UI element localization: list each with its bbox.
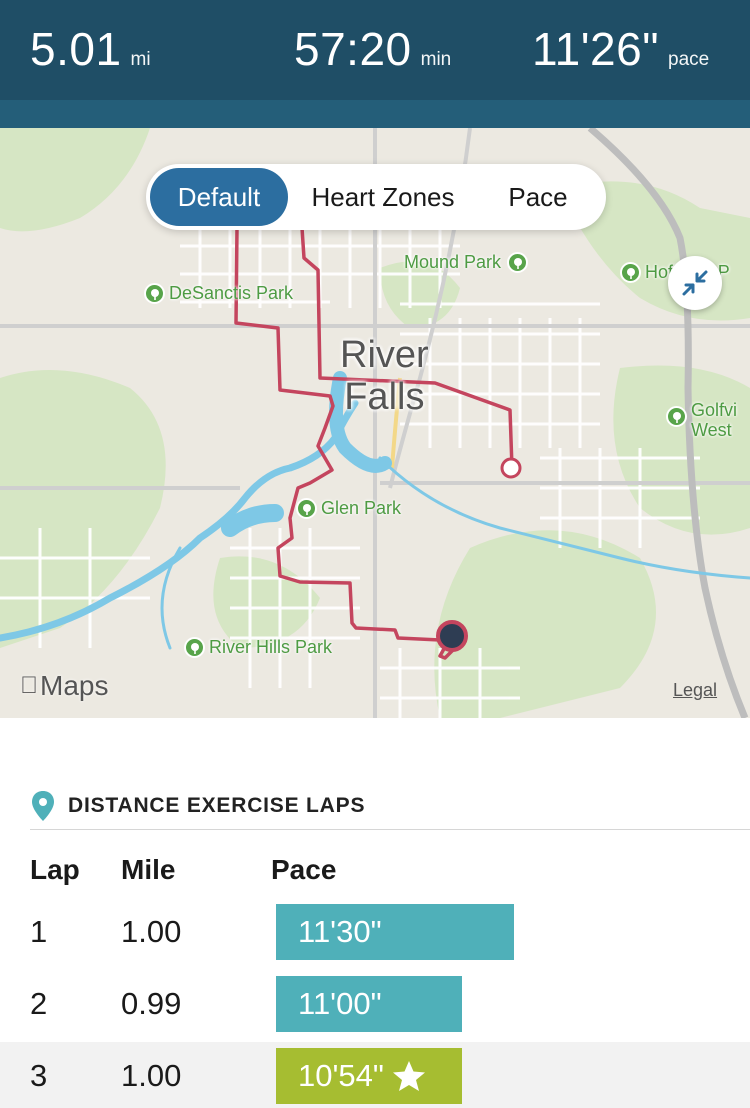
apple-logo-icon:  (20, 672, 38, 700)
city-label-line2: Falls (344, 376, 425, 418)
city-label: River Falls (340, 334, 429, 418)
maps-provider-text: Maps (22, 670, 108, 701)
view-pace-option[interactable]: Pace (478, 168, 598, 226)
mound-park-label: Mound Park (404, 252, 529, 273)
park-icon (184, 637, 205, 658)
lap-column-header: Lap (30, 854, 80, 885)
view-default-option[interactable]: Default (150, 168, 288, 226)
park-icon (296, 498, 317, 519)
lap-pace-bar: 11'30" (276, 904, 514, 960)
map-view-segmented-control[interactable]: Default Heart Zones Pace (146, 164, 606, 230)
river-hills-park-label: River Hills Park (184, 637, 332, 658)
pace-value: 11'26" (532, 23, 660, 75)
lap-row: 3 1.00 10'54" (0, 1042, 750, 1108)
distance-unit: mi (130, 49, 151, 70)
fastest-lap-star-icon (392, 1060, 426, 1092)
duration-stat: 57:20 min (294, 26, 451, 72)
golfview-name-line1: Golfvi (691, 400, 738, 420)
mound-park-name: Mound Park (404, 252, 502, 272)
lap-miles: 1.00 (121, 1058, 182, 1093)
route-map[interactable]: Default Heart Zones Pace Mound Park DeSa… (0, 128, 750, 718)
distance-value: 5.01 (30, 23, 122, 75)
duration-unit: min (420, 49, 452, 70)
laps-section-header: DISTANCE EXERCISE LAPS (30, 790, 750, 830)
apple-maps-attribution:  Maps (20, 670, 108, 702)
glen-park-name: Glen Park (321, 498, 402, 518)
river-hills-park-name: River Hills Park (209, 637, 333, 657)
legal-link[interactable]: Legal (673, 680, 717, 701)
golfview-west-label: Golfvi West (666, 400, 737, 440)
lap-pace-value: 10'54" (298, 1058, 384, 1093)
golfview-name-line2: West (691, 420, 732, 440)
park-icon (507, 252, 529, 273)
laps-section-title: DISTANCE EXERCISE LAPS (68, 793, 366, 817)
park-icon (620, 262, 641, 283)
lap-miles: 0.99 (121, 986, 182, 1021)
route-end-marker (436, 620, 468, 652)
lap-miles: 1.00 (121, 914, 182, 949)
pace-stat: 11'26" pace (532, 26, 709, 72)
duration-value: 57:20 (294, 23, 412, 75)
view-heart-zones-option[interactable]: Heart Zones (288, 168, 478, 226)
header-sub-bar (0, 100, 750, 128)
city-label-line1: River (340, 334, 429, 376)
pace-column-header: Pace (271, 854, 337, 885)
location-pin-icon (30, 790, 56, 822)
lap-pace-bar: 11'00" (276, 976, 462, 1032)
mile-column-header: Mile (121, 854, 176, 885)
collapse-arrows-icon (682, 270, 708, 296)
distance-stat: 5.01 mi (30, 26, 151, 72)
desanctis-park-name: DeSanctis Park (169, 283, 294, 303)
laps-section: DISTANCE EXERCISE LAPS Lap Mile Pace 1 1… (0, 718, 750, 1108)
lap-number: 3 (30, 1058, 48, 1093)
pace-unit: pace (668, 49, 710, 70)
park-icon (144, 283, 165, 304)
lap-number: 1 (30, 914, 48, 949)
park-icon (666, 406, 687, 427)
collapse-map-button[interactable] (668, 256, 722, 310)
lap-number: 2 (30, 986, 48, 1021)
route-start-marker (500, 457, 522, 479)
lap-pace-value: 11'00" (298, 986, 382, 1021)
lap-pace-value: 11'30" (298, 914, 382, 949)
desanctis-park-label: DeSanctis Park (144, 283, 293, 304)
lap-row: 1 1.00 11'30" (0, 898, 750, 970)
lap-pace-bar: 10'54" (276, 1048, 462, 1104)
workout-stats-bar: 5.01 mi 57:20 min 11'26" pace (0, 0, 750, 100)
glen-park-label: Glen Park (296, 498, 401, 519)
lap-row: 2 0.99 11'00" (0, 970, 750, 1042)
